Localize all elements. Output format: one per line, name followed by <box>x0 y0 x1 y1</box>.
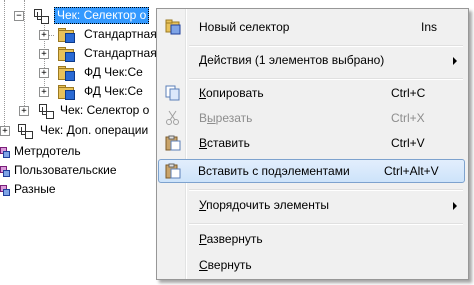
menu-item-shortcut: Ctrl+V <box>391 136 425 150</box>
menu-separator <box>189 78 463 80</box>
tree-item-label: Стандартная <box>84 27 157 41</box>
tree-item-label: Стандартная <box>84 46 157 60</box>
tree-item-label: Чек: Доп. операции <box>40 123 149 137</box>
group-icon <box>0 147 10 158</box>
submenu-arrow-icon <box>453 202 457 210</box>
tree-row-selected[interactable]: − Чек: Селектор о <box>0 6 160 25</box>
menu-separator <box>189 45 463 47</box>
menu-item-shortcut: Ctrl+C <box>391 86 426 100</box>
folder-icon <box>58 66 75 81</box>
menu-item-shortcut: Ctrl+Alt+V <box>384 164 439 178</box>
menu-item-label: Новый селектор <box>199 20 290 34</box>
expand-toggle-icon[interactable]: + <box>0 126 10 136</box>
copy-icon <box>165 85 180 101</box>
menu-item-label: Вставить с подэлементами <box>198 164 350 178</box>
paste-icon <box>165 135 181 151</box>
menu-separator <box>189 189 463 191</box>
selector-chain-icon <box>33 8 49 24</box>
menu-item-label: Вырезать <box>199 111 253 125</box>
menu-item-label: Действия (1 элементов выбрано) <box>199 53 385 67</box>
paste-with-children-icon <box>165 163 181 179</box>
tree-row[interactable]: Метрдотель <box>0 142 160 161</box>
menu-item-shortcut: Ctrl+X <box>391 111 425 125</box>
menu-item-cut[interactable]: Вырезать Ctrl+X <box>159 107 464 130</box>
tree-row[interactable]: + ФД Чек:Се <box>0 63 160 82</box>
tree-item-label: Разные <box>14 182 56 196</box>
menu-item-expand[interactable]: Развернуть <box>159 228 464 251</box>
tree-row[interactable]: + Стандартная <box>0 44 160 63</box>
tree-item-label: Метрдотель <box>14 144 81 158</box>
tree-item-label: Пользовательские <box>14 163 117 177</box>
tree-row[interactable]: + Чек: Доп. операции <box>0 121 160 140</box>
tree-item-label: ФД Чек:Се <box>84 84 143 98</box>
menu-item-paste-with-children[interactable]: Вставить с подэлементами Ctrl+Alt+V <box>158 159 465 183</box>
expand-toggle-icon[interactable]: + <box>19 106 29 116</box>
menu-item-label: Копировать <box>199 86 264 100</box>
menu-item-label: Вставить <box>199 136 250 150</box>
folder-icon <box>58 85 75 100</box>
menu-item-sort[interactable]: Упорядочить элементы <box>159 194 464 217</box>
menu-separator <box>189 223 463 225</box>
expand-toggle-icon[interactable]: + <box>39 30 49 40</box>
menu-item-label: Свернуть <box>199 258 252 272</box>
selector-chain-icon <box>17 123 33 139</box>
tree-item-label: Чек: Селектор о <box>54 7 150 24</box>
collapse-toggle-icon[interactable]: − <box>14 11 24 21</box>
menu-item-actions[interactable]: Действия (1 элементов выбрано) <box>159 49 464 72</box>
tree-row[interactable]: + Чек: Селектор о <box>0 101 160 120</box>
menu-item-new-selector[interactable]: Новый селектор Ins <box>159 16 464 39</box>
expand-toggle-icon[interactable]: + <box>39 49 49 59</box>
menu-item-copy[interactable]: Копировать Ctrl+C <box>159 82 464 105</box>
menu-item-paste[interactable]: Вставить Ctrl+V <box>159 132 464 155</box>
menu-item-shortcut: Ins <box>421 20 438 34</box>
tree-row[interactable]: Разные <box>0 180 160 199</box>
group-icon <box>0 185 10 196</box>
menu-item-collapse[interactable]: Свернуть <box>159 254 464 277</box>
folder-icon <box>58 28 75 43</box>
tree-row[interactable]: + ФД Чек:Се <box>0 82 160 101</box>
tree-row[interactable]: Пользовательские <box>0 161 160 180</box>
menu-item-label: Развернуть <box>199 232 263 246</box>
expand-toggle-icon[interactable]: + <box>39 87 49 97</box>
new-selector-icon <box>165 19 181 35</box>
submenu-arrow-icon <box>453 57 457 65</box>
tree-item-label: Чек: Селектор о <box>60 103 150 117</box>
group-icon <box>0 166 10 177</box>
tree-item-label: ФД Чек:Се <box>84 65 143 79</box>
context-menu: Новый селектор Ins Действия (1 элементов… <box>156 8 469 280</box>
scissors-icon <box>166 110 179 125</box>
tree-row[interactable]: + Стандартная <box>0 25 160 44</box>
selector-chain-icon <box>38 103 54 119</box>
menu-item-label: Упорядочить элементы <box>199 198 329 212</box>
expand-toggle-icon[interactable]: + <box>39 68 49 78</box>
folder-icon <box>58 47 75 62</box>
